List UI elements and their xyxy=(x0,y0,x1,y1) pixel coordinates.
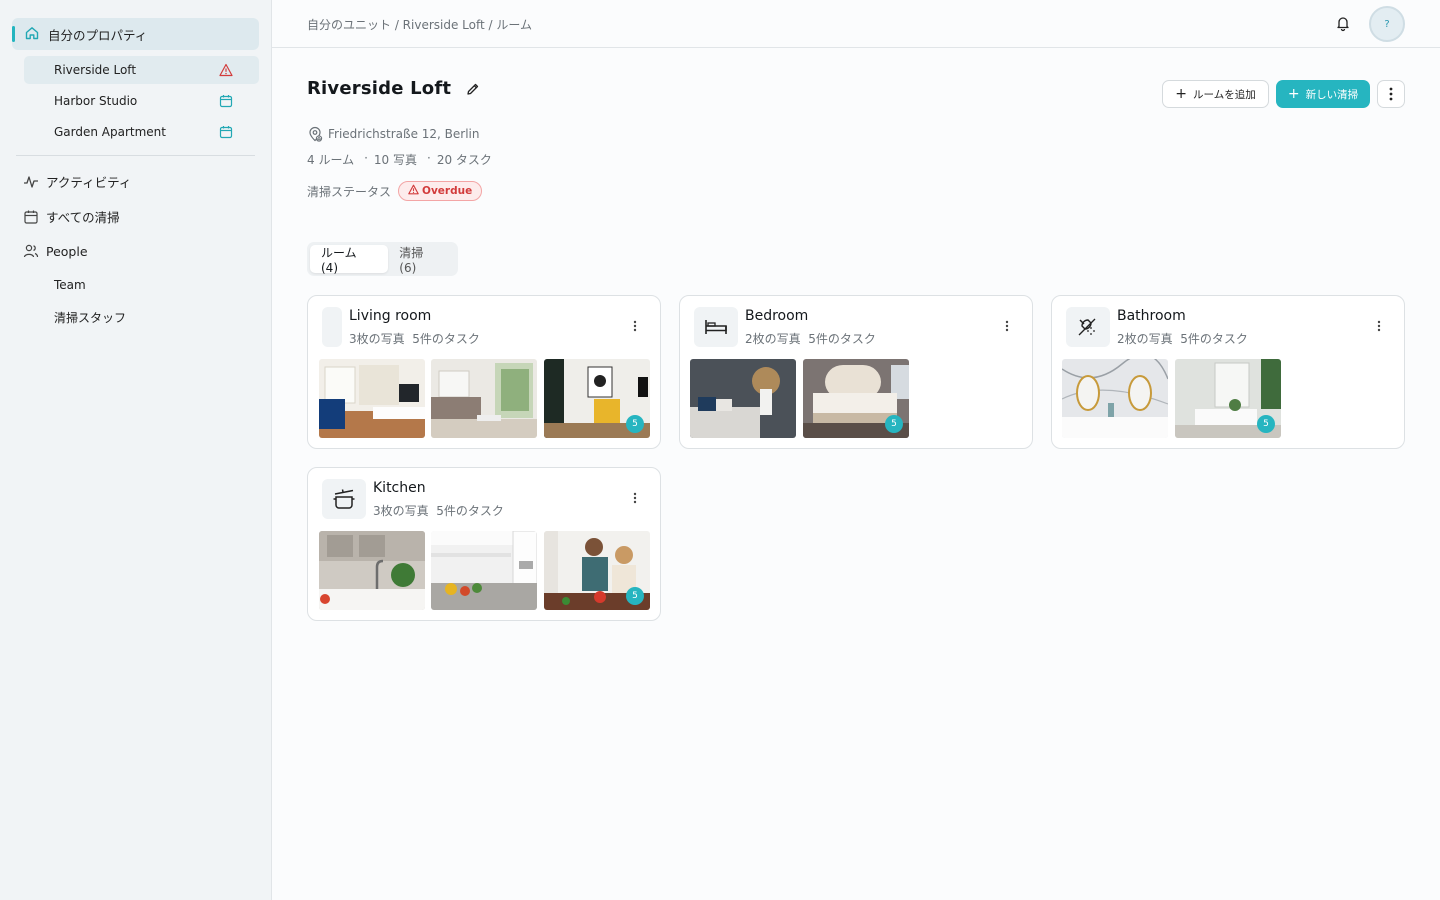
room-task-count: 5件のタスク xyxy=(1180,332,1248,346)
add-room-button[interactable]: + ルームを追加 xyxy=(1162,80,1269,108)
room-photo-count: 3枚の写真 xyxy=(373,504,429,518)
stat-separator: · xyxy=(427,151,431,165)
room-card-bathroom[interactable]: Bathroom 2枚の写真 5件のタスク 5 xyxy=(1051,295,1405,449)
new-cleaning-label: 新しい清掃 xyxy=(1305,88,1359,101)
room-photo[interactable] xyxy=(319,531,425,610)
sidebar-item-label: 自分のプロパティ xyxy=(48,27,148,43)
room-meta: 3枚の写真 5件のタスク xyxy=(373,502,504,519)
bed-icon xyxy=(694,307,738,347)
room-task-count: 5件のタスク xyxy=(412,332,480,346)
status-badge: Overdue xyxy=(398,181,483,201)
map-pin-icon xyxy=(307,126,323,142)
cleaning-status: 清掃ステータス Overdue xyxy=(307,181,483,201)
sidebar-item-my-properties[interactable]: 自分のプロパティ xyxy=(12,18,259,50)
room-task-count: 5件のタスク xyxy=(808,332,876,346)
photo-count-badge: 5 xyxy=(626,587,644,605)
more-vertical-icon[interactable] xyxy=(1372,320,1386,336)
sidebar-property-harbor-studio[interactable]: Harbor Studio xyxy=(24,87,259,115)
room-photo[interactable] xyxy=(1062,359,1168,438)
sidebar-item-all-cleanings[interactable]: すべての清掃 xyxy=(22,207,120,226)
room-count: 4 ルーム xyxy=(307,153,355,167)
room-card-bedroom[interactable]: Bedroom 2枚の写真 5件のタスク 5 xyxy=(679,295,1033,449)
warning-triangle-icon xyxy=(219,63,233,77)
status-value: Overdue xyxy=(422,185,473,197)
cooking-pot-icon xyxy=(322,479,366,519)
plus-icon: + xyxy=(1175,86,1188,102)
tab-cleanings[interactable]: 清掃 (6) xyxy=(388,245,455,275)
room-name: Kitchen xyxy=(373,480,426,496)
sidebar-item-label: アクティビティ xyxy=(46,175,132,190)
more-vertical-icon xyxy=(1389,87,1393,101)
room-photo[interactable]: 5 xyxy=(544,359,650,438)
room-photo-count: 2枚の写真 xyxy=(1117,332,1173,346)
calendar-icon xyxy=(219,125,233,139)
sidebar-item-team[interactable]: Team xyxy=(54,278,86,292)
room-photo[interactable] xyxy=(431,531,537,610)
photo-count-badge: 5 xyxy=(885,415,903,433)
room-name: Bedroom xyxy=(745,308,809,324)
property-stats: 4 ルーム · 10 写真 · 20 タスク xyxy=(307,151,492,168)
property-name: Riverside Loft xyxy=(54,63,137,77)
task-count: 20 タスク xyxy=(436,153,492,167)
room-meta: 2枚の写真 5件のタスク xyxy=(745,330,876,347)
room-photo[interactable]: 5 xyxy=(803,359,909,438)
room-photo[interactable]: 5 xyxy=(1175,359,1281,438)
page-title: Riverside Loft xyxy=(307,78,452,99)
blank-icon xyxy=(322,307,342,347)
add-room-label: ルームを追加 xyxy=(1193,88,1256,101)
view-tabs: ルーム (4) 清掃 (6) xyxy=(307,242,458,276)
sidebar-item-label: すべての清掃 xyxy=(46,210,120,225)
room-name: Bathroom xyxy=(1117,308,1186,324)
room-card-kitchen[interactable]: Kitchen 3枚の写真 5件のタスク 5 xyxy=(307,467,661,621)
property-name: Harbor Studio xyxy=(54,94,138,108)
pencil-edit-icon[interactable] xyxy=(465,81,481,97)
calendar-icon xyxy=(22,208,40,226)
room-photo[interactable] xyxy=(319,359,425,438)
sidebar: 自分のプロパティ Riverside Loft Harbor Studio Ga… xyxy=(0,0,272,900)
room-task-count: 5件のタスク xyxy=(436,504,504,518)
sidebar-item-activity[interactable]: アクティビティ xyxy=(22,172,131,191)
room-photo[interactable] xyxy=(431,359,537,438)
more-vertical-icon[interactable] xyxy=(628,492,642,508)
more-vertical-icon[interactable] xyxy=(628,320,642,336)
sidebar-item-label: People xyxy=(46,243,88,259)
room-photo-count: 3枚の写真 xyxy=(349,332,405,346)
plus-icon: + xyxy=(1287,86,1300,102)
stat-separator: · xyxy=(364,151,368,165)
property-name: Garden Apartment xyxy=(54,125,166,139)
shower-icon xyxy=(1066,307,1110,347)
users-icon xyxy=(22,242,40,260)
room-meta: 3枚の写真 5件のタスク xyxy=(349,330,480,347)
sidebar-divider xyxy=(16,155,255,156)
room-photo[interactable]: 5 xyxy=(544,531,650,610)
more-options-button[interactable] xyxy=(1377,80,1405,108)
property-address: Friedrichstraße 12, Berlin xyxy=(307,126,480,142)
activity-pulse-icon xyxy=(22,173,40,191)
photo-count: 10 写真 xyxy=(373,153,418,167)
warning-triangle-icon xyxy=(408,184,419,198)
sidebar-property-riverside-loft[interactable]: Riverside Loft xyxy=(24,56,259,84)
sidebar-property-garden-apartment[interactable]: Garden Apartment xyxy=(24,118,259,146)
room-photo-count: 2枚の写真 xyxy=(745,332,801,346)
top-bar: 自分のユニット / Riverside Loft / ルーム ? xyxy=(272,0,1440,48)
sidebar-item-people[interactable]: People xyxy=(22,242,88,260)
photo-count-badge: 5 xyxy=(626,415,644,433)
new-cleaning-button[interactable]: + 新しい清掃 xyxy=(1276,80,1370,108)
more-vertical-icon[interactable] xyxy=(1000,320,1014,336)
address-text: Friedrichstraße 12, Berlin xyxy=(328,127,480,141)
avatar[interactable]: ? xyxy=(1369,6,1405,42)
bell-icon[interactable] xyxy=(1334,14,1352,32)
home-icon xyxy=(24,25,42,43)
breadcrumb[interactable]: 自分のユニット / Riverside Loft / ルーム xyxy=(307,16,532,33)
calendar-icon xyxy=(219,94,233,108)
room-photo[interactable] xyxy=(690,359,796,438)
status-label: 清掃ステータス xyxy=(307,184,392,199)
room-card-living-room[interactable]: Living room 3枚の写真 5件のタスク 5 xyxy=(307,295,661,449)
room-name: Living room xyxy=(349,308,432,324)
property-header: Riverside Loft xyxy=(307,78,481,99)
room-meta: 2枚の写真 5件のタスク xyxy=(1117,330,1248,347)
photo-count-badge: 5 xyxy=(1257,415,1275,433)
tab-rooms[interactable]: ルーム (4) xyxy=(310,245,389,275)
sidebar-item-cleaning-staff[interactable]: 清掃スタッフ xyxy=(54,309,126,326)
